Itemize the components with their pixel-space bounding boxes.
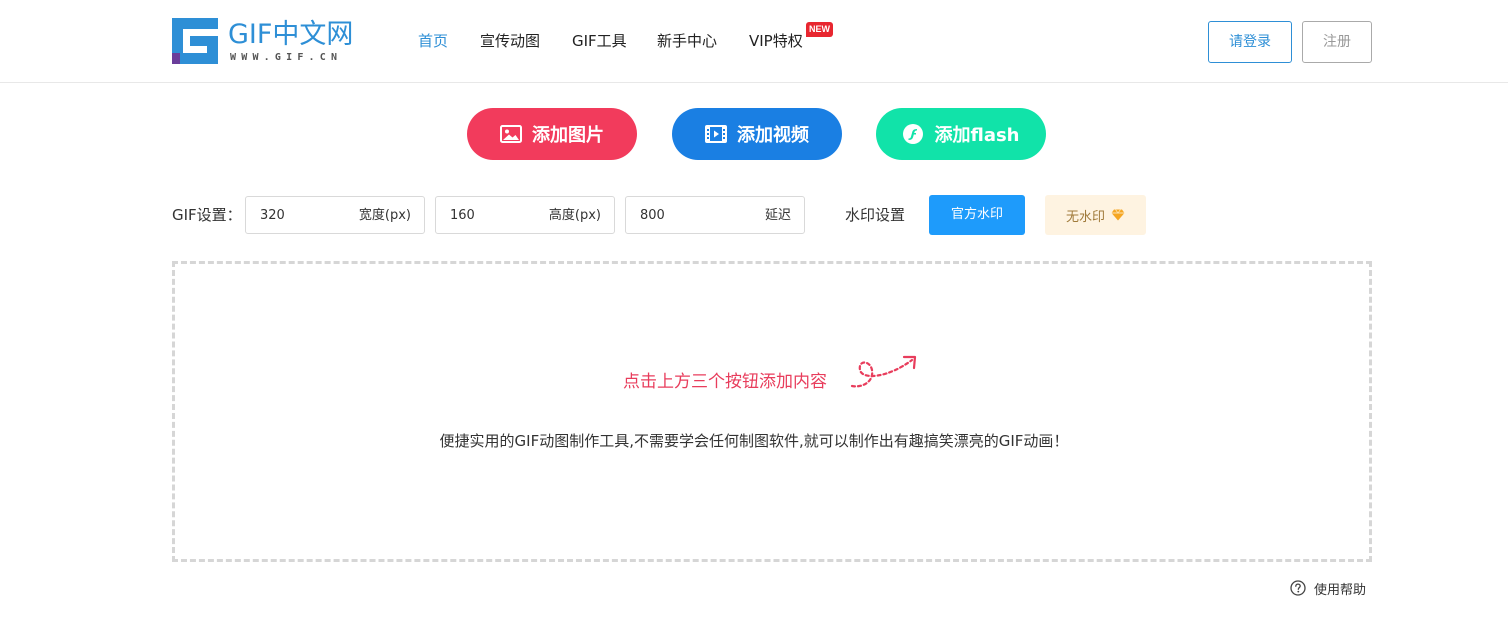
flash-icon	[903, 124, 924, 144]
top-header: GIF中文网 WWW.GIF.CN 首页 宣传动图 GIF工具 新手中心 VIP…	[0, 0, 1508, 83]
height-field[interactable]: 160 高度(px)	[435, 196, 615, 234]
video-icon	[705, 125, 727, 143]
register-button[interactable]: 注册	[1302, 21, 1372, 63]
width-value[interactable]: 320	[260, 206, 285, 226]
add-flash-label: 添加flash	[934, 125, 1020, 146]
delay-field[interactable]: 800 延迟	[625, 196, 805, 234]
no-watermark-button[interactable]: 无水印	[1045, 195, 1146, 235]
nav-item-promo-gifs[interactable]: 宣传动图	[480, 30, 540, 52]
logo-url: WWW.GIF.CN	[230, 52, 343, 63]
logo-mark-icon	[172, 18, 218, 64]
nav-item-home[interactable]: 首页	[418, 30, 448, 52]
width-unit-label: 宽度(px)	[358, 208, 411, 223]
dropzone-hint: 点击上方三个按钮添加内容	[623, 372, 827, 392]
help-label: 使用帮助	[1314, 582, 1367, 598]
height-unit-label: 高度(px)	[548, 208, 601, 223]
diamond-icon	[1111, 209, 1125, 221]
add-image-button[interactable]: 添加图片	[467, 108, 637, 160]
new-badge: NEW	[806, 22, 833, 37]
add-flash-button[interactable]: 添加flash	[876, 108, 1046, 160]
delay-value[interactable]: 800	[640, 206, 665, 226]
help-link[interactable]: 使用帮助	[1290, 578, 1366, 598]
dropzone-description: 便捷实用的GIF动图制作工具,不需要学会任何制图软件,就可以制作出有趣搞笑漂亮的…	[439, 432, 1069, 450]
width-field[interactable]: 320 宽度(px)	[245, 196, 425, 234]
no-watermark-label: 无水印	[1065, 209, 1105, 225]
add-video-button[interactable]: 添加视频	[672, 108, 842, 160]
site-logo[interactable]: GIF中文网 WWW.GIF.CN	[172, 18, 364, 64]
delay-unit-label: 延迟	[764, 208, 791, 223]
nav-item-beginner-center[interactable]: 新手中心	[657, 30, 717, 52]
nav-item-gif-tools[interactable]: GIF工具	[572, 30, 627, 52]
height-value[interactable]: 160	[450, 206, 475, 226]
gif-settings-label: GIF设置：	[172, 206, 242, 224]
add-image-label: 添加图片	[532, 125, 604, 146]
curly-arrow-icon	[850, 355, 917, 388]
logo-text: GIF中文网	[228, 19, 354, 50]
official-watermark-button[interactable]: 官方水印	[929, 195, 1025, 235]
nav-item-vip[interactable]: VIP特权	[749, 30, 803, 52]
watermark-settings-label: 水印设置	[845, 206, 906, 224]
content-dropzone[interactable]	[172, 261, 1372, 562]
add-video-label: 添加视频	[737, 125, 809, 146]
question-icon	[1290, 580, 1306, 596]
image-icon	[500, 125, 522, 143]
login-button[interactable]: 请登录	[1208, 21, 1292, 63]
